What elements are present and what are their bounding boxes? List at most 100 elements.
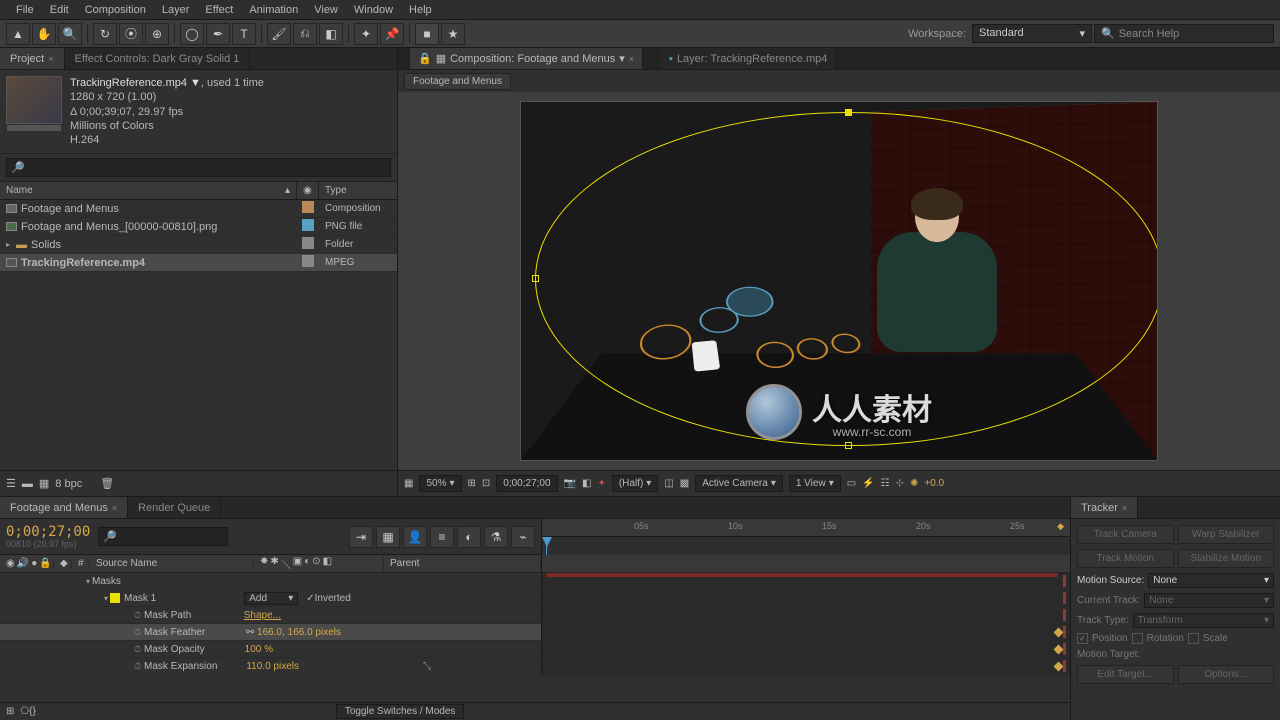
stopwatch-icon[interactable]: ⏱: [134, 661, 141, 672]
scale-checkbox[interactable]: [1188, 633, 1199, 644]
timeline-icon[interactable]: ☷: [881, 478, 890, 489]
comp-flowchart-icon[interactable]: ⊹: [896, 478, 904, 489]
grid-icon[interactable]: ⊞: [468, 478, 476, 489]
inverted-checkbox[interactable]: ✓: [306, 593, 314, 604]
mask-feather-value[interactable]: 166.0, 166.0 pixels: [257, 627, 341, 638]
fast-previews-icon[interactable]: ⚡: [862, 478, 874, 489]
label-column-icon[interactable]: ◉: [297, 182, 319, 199]
menu-window[interactable]: Window: [346, 4, 401, 16]
tab-layer[interactable]: ▪ Layer: TrackingReference.mp4: [661, 48, 836, 69]
tab-render-queue[interactable]: Render Queue: [128, 497, 221, 518]
snapshot-icon[interactable]: 📷: [564, 478, 576, 489]
graph-editor-icon[interactable]: ⌁: [511, 526, 535, 548]
label-col[interactable]: ◆: [54, 558, 72, 569]
new-comp-icon[interactable]: ▦: [39, 477, 49, 490]
composition-viewer[interactable]: 人人素材www.rr-sc.com: [398, 92, 1280, 470]
current-time[interactable]: 0;00;27;00: [496, 475, 557, 492]
project-search-input[interactable]: 🔎: [6, 158, 391, 177]
tab-timeline-comp[interactable]: Footage and Menus×: [0, 497, 128, 518]
mask-ellipse[interactable]: [535, 112, 1157, 446]
braces-icon[interactable]: {}: [29, 706, 36, 717]
project-item-composition[interactable]: Footage and Menus Composition: [0, 200, 397, 218]
lock-col-icon[interactable]: 🔒: [39, 558, 51, 569]
track-camera-button[interactable]: Track Camera: [1077, 525, 1174, 544]
parent-col[interactable]: Parent: [384, 558, 541, 569]
twirl-icon[interactable]: ▸: [6, 240, 10, 249]
tab-effect-controls[interactable]: Effect Controls: Dark Gray Solid 1: [65, 48, 251, 69]
camera-tool-icon[interactable]: ⦿: [119, 23, 143, 45]
color-mgmt-icon[interactable]: ✦: [597, 478, 605, 489]
workspace-select[interactable]: Standard▾: [972, 24, 1092, 43]
canvas[interactable]: [521, 102, 1157, 460]
tab-tracker[interactable]: Tracker×: [1071, 497, 1138, 518]
source-name-col[interactable]: Source Name: [90, 558, 254, 569]
rotation-checkbox[interactable]: [1132, 633, 1143, 644]
mask-handle-left[interactable]: [532, 275, 539, 282]
keyframe-icon[interactable]: [1054, 645, 1064, 655]
menu-effect[interactable]: Effect: [197, 4, 241, 16]
mask-mode-select[interactable]: Add▾: [244, 592, 298, 605]
draft3d-icon[interactable]: ▦: [376, 526, 400, 548]
project-item-image[interactable]: Footage and Menus_[00000-00810].png PNG …: [0, 218, 397, 236]
solo-col-icon[interactable]: ●: [31, 558, 37, 569]
keyframe-icon[interactable]: [1054, 662, 1064, 672]
menu-file[interactable]: File: [8, 4, 42, 16]
close-icon[interactable]: ×: [112, 503, 117, 513]
reset-exposure-icon[interactable]: ✺: [910, 478, 918, 489]
twirl-icon[interactable]: ▾: [104, 594, 108, 603]
mask-handle-bottom[interactable]: [845, 442, 852, 449]
timeline-search-input[interactable]: 🔎: [98, 527, 228, 546]
masks-group[interactable]: Masks: [92, 576, 121, 587]
hand-tool-icon[interactable]: ✋: [32, 23, 56, 45]
clone-tool-icon[interactable]: ⎌: [293, 23, 317, 45]
work-area-end-icon[interactable]: ◆: [1057, 521, 1064, 532]
tab-project[interactable]: Project×: [0, 48, 65, 69]
menu-help[interactable]: Help: [401, 4, 440, 16]
time-ruler[interactable]: 05s 10s 15s 20s 25s ◆: [542, 519, 1070, 537]
fill-swatch-icon[interactable]: ■: [415, 23, 439, 45]
stabilize-motion-button[interactable]: Stabilize Motion: [1178, 549, 1275, 568]
audio-col-icon[interactable]: 🔊: [17, 558, 29, 569]
show-channel-icon[interactable]: ◧: [582, 478, 591, 489]
position-checkbox[interactable]: ✓: [1077, 633, 1088, 644]
selection-tool-icon[interactable]: ▲: [6, 23, 30, 45]
twirl-icon[interactable]: ▾: [86, 577, 90, 586]
text-tool-icon[interactable]: T: [232, 23, 256, 45]
comp-mini-flowchart-icon[interactable]: ⇥: [349, 526, 373, 548]
keyframe-icon[interactable]: [1054, 628, 1064, 638]
motion-source-select[interactable]: None▾: [1148, 573, 1274, 588]
timecode[interactable]: 0;00;27;00: [6, 525, 90, 539]
expand-icon[interactable]: ⊞: [0, 706, 20, 717]
menu-edit[interactable]: Edit: [42, 4, 77, 16]
playhead[interactable]: [546, 537, 547, 555]
mask-color-swatch[interactable]: [110, 593, 120, 603]
rotate-tool-icon[interactable]: ↻: [93, 23, 117, 45]
eraser-tool-icon[interactable]: ◧: [319, 23, 343, 45]
exposure-value[interactable]: +0.0: [924, 478, 944, 489]
warp-stabilizer-button[interactable]: Warp Stabilizer: [1178, 525, 1275, 544]
project-item-movie[interactable]: TrackingReference.mp4 MPEG: [0, 254, 397, 272]
transparency-grid-icon[interactable]: ▩: [680, 478, 689, 489]
shape-tool-icon[interactable]: ◯: [180, 23, 204, 45]
star-icon[interactable]: ★: [441, 23, 465, 45]
views-select[interactable]: 1 View▾: [789, 475, 841, 492]
menu-animation[interactable]: Animation: [241, 4, 306, 16]
close-icon[interactable]: ×: [48, 54, 53, 64]
brainstorm-icon[interactable]: ⚗: [484, 526, 508, 548]
zoom-tool-icon[interactable]: 🔍: [58, 23, 82, 45]
mask-opacity-value[interactable]: 100 %: [245, 644, 273, 655]
tab-composition[interactable]: 🔒 ▦ Composition: Footage and Menus ▾ ×: [410, 48, 643, 69]
always-preview-icon[interactable]: ▦: [404, 478, 413, 489]
motion-blur-icon[interactable]: ◐: [457, 526, 481, 548]
interpret-icon[interactable]: ☰: [6, 477, 16, 490]
resolution-select[interactable]: (Half)▾: [612, 475, 658, 492]
guides-icon[interactable]: ⊡: [482, 478, 490, 489]
bracket-icon[interactable]: ⎔: [20, 706, 29, 717]
close-icon[interactable]: ×: [1122, 503, 1127, 513]
video-col-icon[interactable]: ◉: [6, 558, 15, 569]
chevron-down-icon[interactable]: ▾: [619, 52, 625, 65]
menu-composition[interactable]: Composition: [77, 4, 154, 16]
constrain-icon[interactable]: ⚯: [246, 627, 254, 638]
menu-layer[interactable]: Layer: [154, 4, 198, 16]
menu-view[interactable]: View: [306, 4, 346, 16]
